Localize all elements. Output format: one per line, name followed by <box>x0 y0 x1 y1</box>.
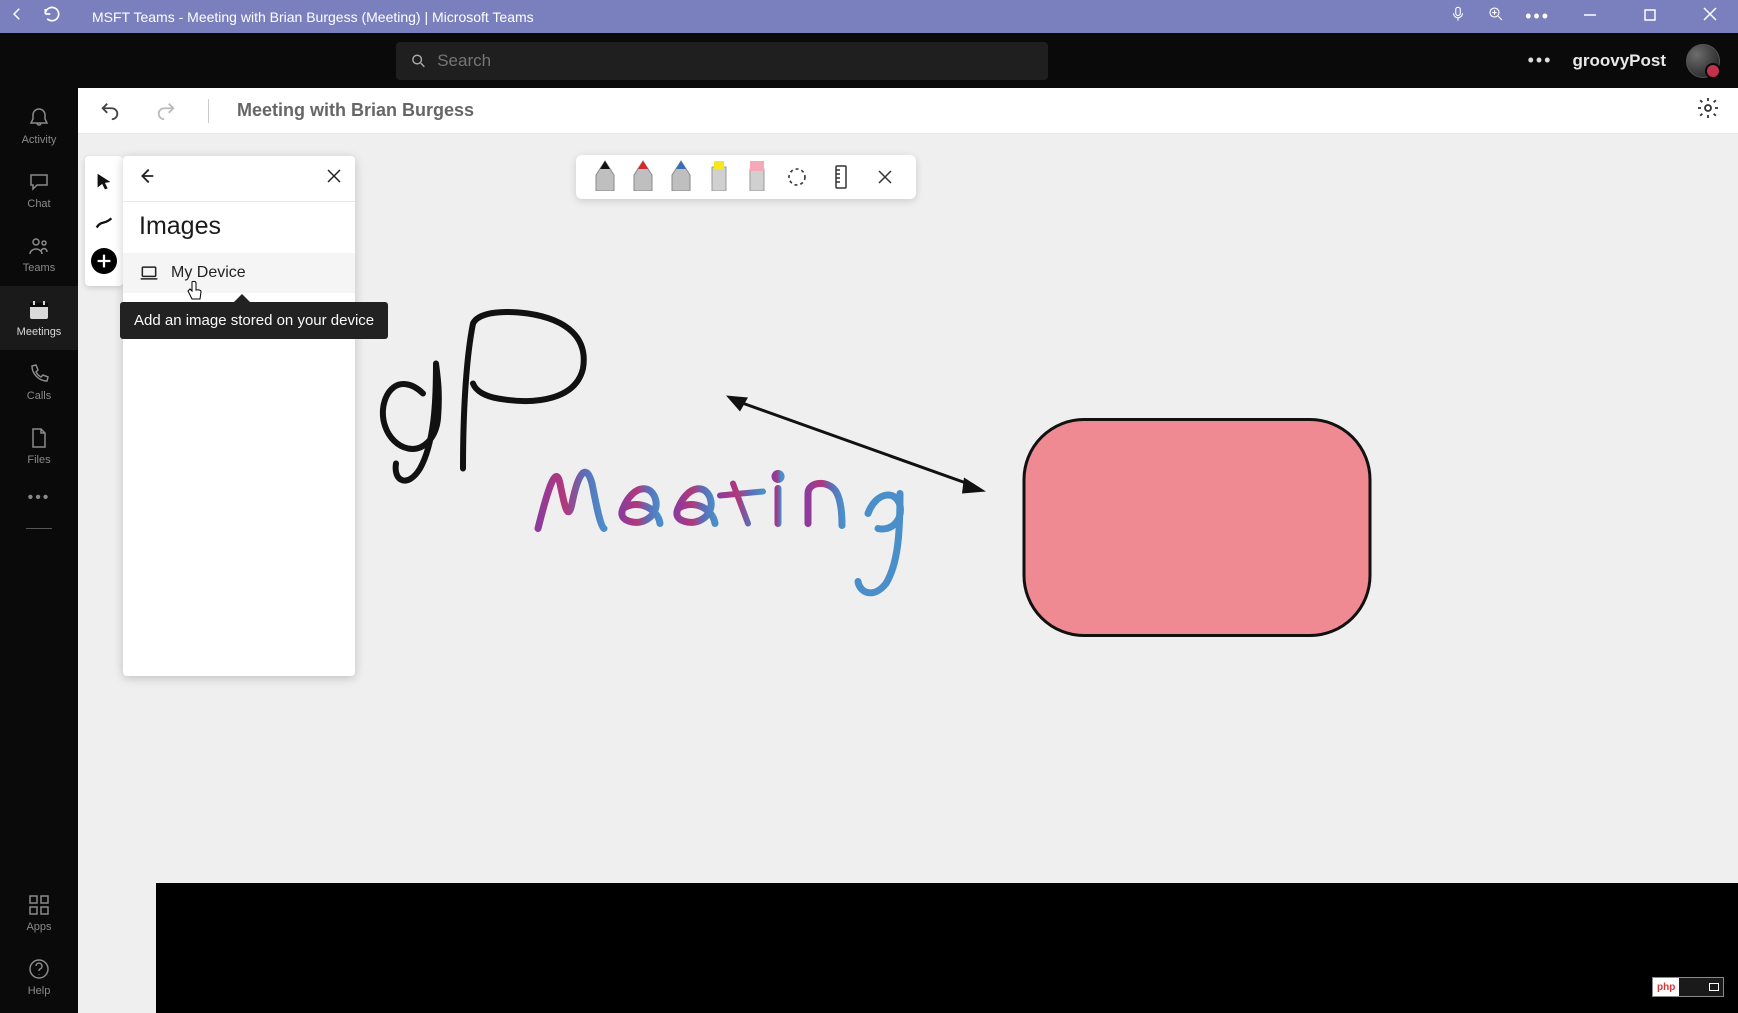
avatar[interactable] <box>1686 44 1720 78</box>
nav-meetings-label: Meetings <box>17 326 62 338</box>
window-title: MSFT Teams - Meeting with Brian Burgess … <box>92 9 534 25</box>
nav-files-label: Files <box>27 454 50 466</box>
nav-more[interactable]: ••• <box>0 478 78 518</box>
nav-chat-label: Chat <box>27 198 50 210</box>
nav-meetings[interactable]: Meetings <box>0 286 78 350</box>
whiteboard-title: Meeting with Brian Burgess <box>237 100 474 121</box>
microphone-icon[interactable] <box>1449 5 1467 28</box>
user-name: groovyPost <box>1572 51 1666 71</box>
nav-rail: Activity Chat Teams Meetings Calls Files… <box>0 88 78 1013</box>
zoom-icon[interactable] <box>1487 5 1505 28</box>
nav-calls[interactable]: Calls <box>0 350 78 414</box>
settings-button[interactable] <box>1696 96 1720 125</box>
more-options-icon[interactable]: ••• <box>1528 50 1553 71</box>
nav-apps-label: Apps <box>26 921 51 933</box>
search-input[interactable] <box>437 51 1034 71</box>
nav-teams-label: Teams <box>23 262 55 274</box>
php-badge: php <box>1652 977 1724 997</box>
redo-button[interactable] <box>152 97 180 125</box>
back-arrow-icon[interactable] <box>8 5 26 28</box>
minimize-button[interactable] <box>1570 8 1610 26</box>
refresh-icon[interactable] <box>42 4 62 29</box>
nav-apps[interactable]: Apps <box>0 881 78 945</box>
nav-files[interactable]: Files <box>0 414 78 478</box>
nav-activity-label: Activity <box>22 134 57 146</box>
nav-help[interactable]: Help <box>0 945 78 1009</box>
separator <box>208 99 209 123</box>
php-badge-label: php <box>1653 982 1679 993</box>
canvas-body[interactable]: Images My Device Add an image stored on … <box>78 134 1738 1013</box>
more-icon[interactable]: ••• <box>1525 6 1550 27</box>
app-topbar: ••• groovyPost <box>0 33 1738 88</box>
search-box[interactable] <box>396 42 1048 80</box>
nav-chat[interactable]: Chat <box>0 158 78 222</box>
nav-calls-label: Calls <box>27 390 51 402</box>
search-icon <box>410 52 427 70</box>
nav-divider <box>26 528 52 529</box>
window-close-button[interactable] <box>1690 7 1730 26</box>
undo-button[interactable] <box>96 97 124 125</box>
bottom-bar: php <box>156 883 1738 1013</box>
nav-activity[interactable]: Activity <box>0 94 78 158</box>
nav-help-label: Help <box>28 985 51 997</box>
nav-teams[interactable]: Teams <box>0 222 78 286</box>
whiteboard-container: Meeting with Brian Burgess <box>78 88 1738 1013</box>
whiteboard-header: Meeting with Brian Burgess <box>78 88 1738 134</box>
window-titlebar: MSFT Teams - Meeting with Brian Burgess … <box>0 0 1738 33</box>
canvas-drawing <box>78 134 1738 1013</box>
maximize-button[interactable] <box>1630 8 1670 26</box>
